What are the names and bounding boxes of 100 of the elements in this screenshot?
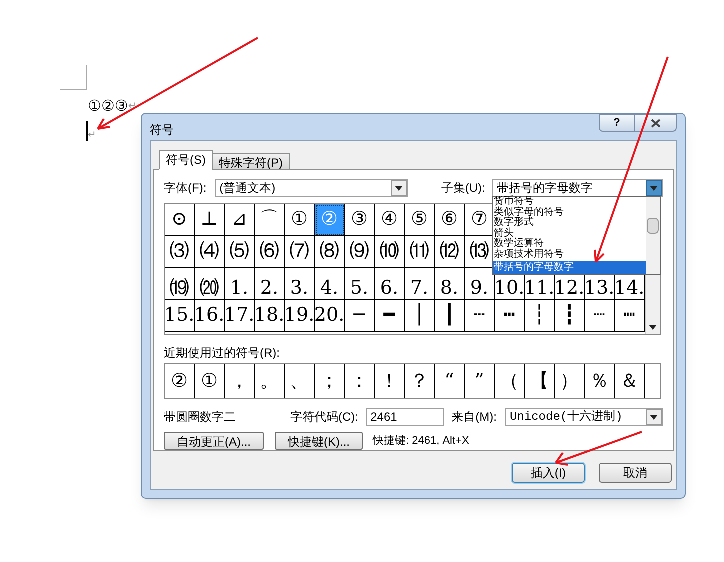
- tab[interactable]: 符号(S): [159, 150, 213, 170]
- symbol-cell[interactable]: 18.: [254, 306, 285, 326]
- cancel-button[interactable]: 取消: [599, 463, 672, 484]
- recent-symbol[interactable]: ＆: [620, 372, 639, 391]
- symbol-cell[interactable]: 6.: [380, 278, 399, 298]
- recent-symbol[interactable]: ？: [410, 372, 429, 391]
- dropdown-option[interactable]: 带括号的字母数字: [493, 260, 646, 274]
- symbol-cell[interactable]: ─: [354, 306, 366, 326]
- tab[interactable]: 特殊字符(P): [212, 153, 290, 170]
- recent-symbol[interactable]: “: [444, 372, 454, 391]
- symbol-cell[interactable]: ④: [381, 210, 398, 230]
- recent-symbol[interactable]: ②: [171, 372, 188, 391]
- caret-icon: [650, 414, 658, 420]
- symbol-cell[interactable]: 12.: [554, 278, 585, 298]
- symbol-cell[interactable]: ⑶: [170, 242, 189, 262]
- recent-symbol[interactable]: ①: [201, 372, 218, 391]
- recent-symbol[interactable]: ：: [350, 372, 369, 391]
- recent-symbol[interactable]: （: [500, 372, 519, 391]
- symbol-cell[interactable]: 2.: [260, 278, 279, 298]
- dropdown-option[interactable]: 货币符号: [493, 197, 646, 208]
- symbol-cell[interactable]: ⊥: [200, 210, 218, 230]
- dropdown-option[interactable]: 箭头: [493, 228, 646, 240]
- symbol-cell[interactable]: 3.: [290, 278, 309, 298]
- symbol-cell[interactable]: 4.: [320, 278, 339, 298]
- symbol-cell[interactable]: ③: [351, 210, 368, 230]
- symbol-cell[interactable]: ┇: [564, 306, 576, 326]
- scrollbar[interactable]: [646, 197, 660, 274]
- symbol-cell[interactable]: 15.: [164, 306, 195, 326]
- symbol-cell[interactable]: 11.: [524, 278, 555, 298]
- close-icon: [650, 118, 660, 128]
- paragraph-mark: ↵: [128, 100, 137, 114]
- recent-symbols-label: 近期使用过的符号(R):: [164, 345, 281, 362]
- recent-symbol[interactable]: ）: [560, 372, 579, 391]
- symbol-cell[interactable]: 5.: [350, 278, 369, 298]
- help-button[interactable]: ?: [599, 114, 635, 132]
- symbol-cell[interactable]: ⊙: [172, 210, 188, 230]
- symbol-cell[interactable]: ⒇: [200, 278, 219, 298]
- character-name: 带圆圈数字二: [164, 409, 237, 426]
- caret-icon: [650, 186, 658, 191]
- symbol-cell[interactable]: ⑤: [411, 210, 428, 230]
- symbol-cell[interactable]: ⑽: [380, 242, 399, 262]
- recent-symbol[interactable]: 。: [260, 372, 279, 391]
- symbol-cell[interactable]: 9.: [470, 278, 489, 298]
- symbol-cell[interactable]: 8.: [440, 278, 459, 298]
- shortcut-key-button[interactable]: 快捷键(K)...: [275, 432, 363, 450]
- recent-symbol[interactable]: ；: [320, 372, 339, 391]
- symbol-cell[interactable]: ⒆: [170, 278, 189, 298]
- symbol-cell[interactable]: ⑻: [320, 242, 339, 262]
- symbol-cell[interactable]: ①: [291, 210, 308, 230]
- symbol-cell[interactable]: ┉: [624, 306, 636, 326]
- document-text: ①②③: [88, 96, 128, 117]
- symbol-cell[interactable]: 13.: [584, 278, 615, 298]
- symbol-cell[interactable]: ⑷: [200, 242, 219, 262]
- symbol-cell[interactable]: 17.: [224, 306, 255, 326]
- symbol-cell[interactable]: 7.: [410, 278, 429, 298]
- symbol-cell[interactable]: ⊿: [232, 210, 248, 230]
- symbol-cell[interactable]: ━: [384, 306, 396, 326]
- symbol-cell[interactable]: ⒀: [470, 242, 489, 262]
- symbol-cell[interactable]: ⑿: [440, 242, 459, 262]
- dropdown-option[interactable]: 数字形式: [493, 218, 646, 229]
- recent-symbol[interactable]: 【: [530, 372, 549, 391]
- recent-symbol[interactable]: 、: [290, 372, 309, 391]
- shortcut-key-info: 快捷键: 2461, Alt+X: [373, 434, 470, 449]
- from-select[interactable]: Unicode(十六进制): [505, 408, 663, 426]
- symbol-cell[interactable]: 10.: [494, 278, 525, 298]
- symbol-cell[interactable]: ⌒: [260, 210, 279, 230]
- recent-symbol[interactable]: ％: [590, 372, 609, 391]
- caret-icon: [395, 186, 404, 191]
- symbol-cell[interactable]: 19.: [284, 306, 315, 326]
- symbol-cell[interactable]: ⑺: [290, 242, 309, 262]
- recent-symbol[interactable]: ”: [474, 372, 484, 391]
- close-button[interactable]: [635, 114, 677, 132]
- page-corner-mark: [60, 65, 87, 90]
- symbol-cell[interactable]: ⑦: [471, 210, 488, 230]
- symbol-cell[interactable]: ⑾: [410, 242, 429, 262]
- symbol-cell[interactable]: ⑹: [260, 242, 279, 262]
- symbol-cell[interactable]: ┄: [474, 306, 486, 326]
- symbol-cell[interactable]: ⑼: [350, 242, 369, 262]
- symbol-cell[interactable]: ┈: [594, 306, 606, 326]
- text-cursor: [86, 121, 88, 141]
- dropdown-option[interactable]: 杂项技术用符号: [493, 250, 646, 261]
- character-code-field[interactable]: 2461: [366, 408, 444, 426]
- insert-button[interactable]: 插入(I): [512, 463, 585, 484]
- autocorrect-button[interactable]: 自动更正(A)...: [164, 432, 264, 450]
- window-title: 符号: [150, 122, 174, 139]
- scroll-down-icon: [649, 325, 657, 330]
- symbol-cell[interactable]: 14.: [614, 278, 645, 298]
- symbol-cell[interactable]: 1.: [230, 278, 249, 298]
- recent-symbol[interactable]: ，: [230, 372, 249, 391]
- from-label: 来自(M):: [452, 409, 498, 426]
- symbol-cell[interactable]: ⑥: [441, 210, 458, 230]
- symbol-cell[interactable]: ⑸: [230, 242, 249, 262]
- symbol-cell[interactable]: 16.: [194, 306, 225, 326]
- recent-symbol[interactable]: ！: [380, 372, 399, 391]
- symbol-cell[interactable]: 20.: [314, 306, 345, 326]
- font-label: 字体(F):: [164, 180, 208, 198]
- font-select[interactable]: (普通文本): [214, 179, 408, 198]
- symbol-cell[interactable]: ┆: [534, 306, 546, 326]
- paragraph-mark: ↵: [88, 131, 96, 141]
- symbol-cell[interactable]: ┅: [504, 306, 516, 326]
